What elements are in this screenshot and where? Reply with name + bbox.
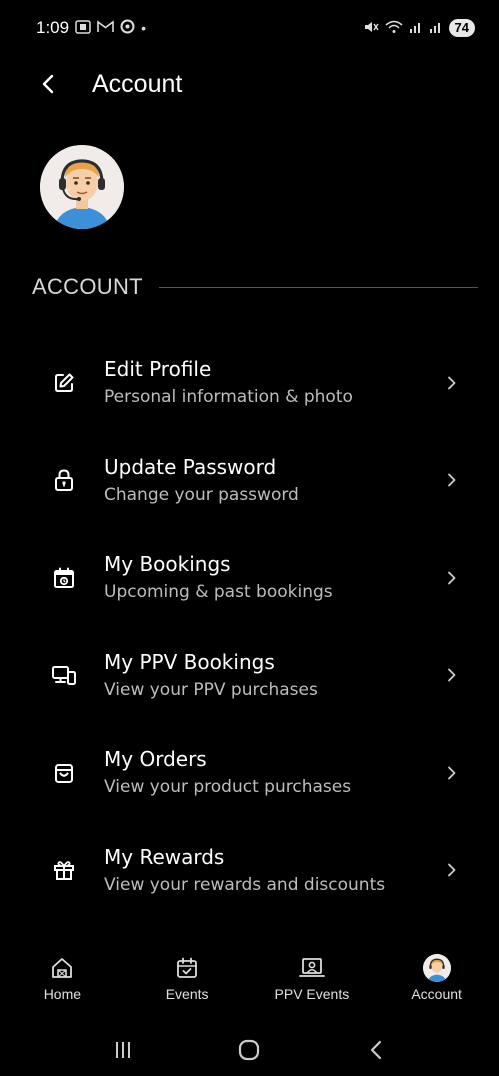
menu-item-update-password[interactable]: Update Password Change your password xyxy=(0,432,499,530)
gmail-icon xyxy=(97,20,114,36)
screenshot-icon xyxy=(75,19,91,37)
home-icon xyxy=(48,954,76,982)
profile-avatar[interactable] xyxy=(40,145,124,229)
menu-text: My PPV Bookings View your PPV purchases xyxy=(104,649,318,702)
chevron-right-icon xyxy=(448,863,456,877)
system-nav-bar xyxy=(0,1024,499,1076)
signal-icon xyxy=(409,20,423,37)
status-right: 74 xyxy=(363,19,475,37)
menu-item-subtitle: Personal information & photo xyxy=(104,387,353,408)
battery-level: 74 xyxy=(448,19,475,37)
nav-events[interactable]: Events xyxy=(125,944,249,1002)
lock-icon xyxy=(50,466,78,494)
back-chevron-icon xyxy=(370,1040,381,1060)
status-left: 1:09 • xyxy=(36,18,146,38)
section-title: ACCOUNT xyxy=(32,274,143,299)
page-title: Account xyxy=(92,69,183,98)
back-arrow-icon xyxy=(42,74,54,94)
back-system-button[interactable] xyxy=(346,1030,406,1070)
mute-icon xyxy=(363,20,379,37)
menu-item-title: My PPV Bookings xyxy=(104,649,275,674)
home-system-button[interactable] xyxy=(219,1030,279,1070)
nav-label: PPV Events xyxy=(274,986,350,1002)
avatar-icon xyxy=(422,954,451,982)
recent-apps-button[interactable] xyxy=(93,1030,153,1070)
menu-text: My Orders View your product purchases xyxy=(104,746,351,799)
edit-icon xyxy=(50,369,78,397)
wifi-icon xyxy=(385,20,403,37)
menu-item-edit-profile[interactable]: Edit Profile Personal information & phot… xyxy=(0,334,499,432)
menu-item-subtitle: View your PPV purchases xyxy=(104,679,318,700)
menu-item-subtitle: Upcoming & past bookings xyxy=(104,582,333,603)
status-time: 1:09 xyxy=(36,18,70,37)
back-button[interactable] xyxy=(28,64,68,104)
menu-item-my-orders[interactable]: My Orders View your product purchases xyxy=(0,724,499,822)
menu-text: Update Password Change your password xyxy=(104,454,299,507)
nav-account[interactable]: Account xyxy=(375,944,499,1002)
chevron-right-icon xyxy=(448,473,456,487)
menu-item-my-ppv-bookings[interactable]: My PPV Bookings View your PPV purchases xyxy=(0,627,499,725)
status-bar: 1:09 • 74 xyxy=(0,0,499,56)
menu-item-title: Update Password xyxy=(104,454,277,479)
bottom-nav: Home Events PPV Events Account xyxy=(0,944,499,1020)
menu-item-my-bookings[interactable]: My Bookings Upcoming & past bookings xyxy=(0,529,499,627)
menu-item-subtitle: Change your password xyxy=(104,484,299,505)
chevron-right-icon xyxy=(448,571,456,585)
nav-ppv-events[interactable]: PPV Events xyxy=(250,944,374,1002)
menu-item-title: My Bookings xyxy=(104,552,231,577)
app-icon xyxy=(120,19,135,37)
menu-item-title: My Rewards xyxy=(104,844,225,869)
nav-label: Home xyxy=(43,986,82,1002)
recent-apps-icon xyxy=(116,1042,131,1058)
section-divider xyxy=(158,286,478,288)
menu-item-subtitle: View your rewards and discounts xyxy=(104,874,386,895)
menu-text: My Rewards View your rewards and discoun… xyxy=(104,844,385,897)
dot-icon: • xyxy=(141,20,146,36)
laptop-user-icon xyxy=(298,954,326,982)
devices-icon xyxy=(50,661,78,689)
gift-icon xyxy=(50,856,78,884)
menu-text: My Bookings Upcoming & past bookings xyxy=(104,551,333,604)
avatar-icon xyxy=(40,145,124,229)
section-header-account: ACCOUNT xyxy=(32,274,478,300)
menu-item-subtitle: View your product purchases xyxy=(104,777,352,798)
account-menu-list: Edit Profile Personal information & phot… xyxy=(0,334,499,919)
chevron-right-icon xyxy=(448,766,456,780)
chevron-right-icon xyxy=(448,376,456,390)
home-circle-icon xyxy=(239,1039,260,1061)
calendar-icon xyxy=(50,564,78,592)
app-header: Account xyxy=(0,56,499,112)
calendar-check-icon xyxy=(173,954,201,982)
bag-icon xyxy=(50,759,78,787)
menu-item-title: My Orders xyxy=(104,747,207,772)
menu-item-my-rewards[interactable]: My Rewards View your rewards and discoun… xyxy=(0,822,499,920)
nav-label: Account xyxy=(411,986,462,1002)
nav-home[interactable]: Home xyxy=(0,944,124,1002)
signal-icon xyxy=(429,20,443,37)
menu-item-title: Edit Profile xyxy=(104,357,212,382)
menu-text: Edit Profile Personal information & phot… xyxy=(104,356,353,409)
nav-label: Events xyxy=(165,986,209,1002)
chevron-right-icon xyxy=(448,668,456,682)
